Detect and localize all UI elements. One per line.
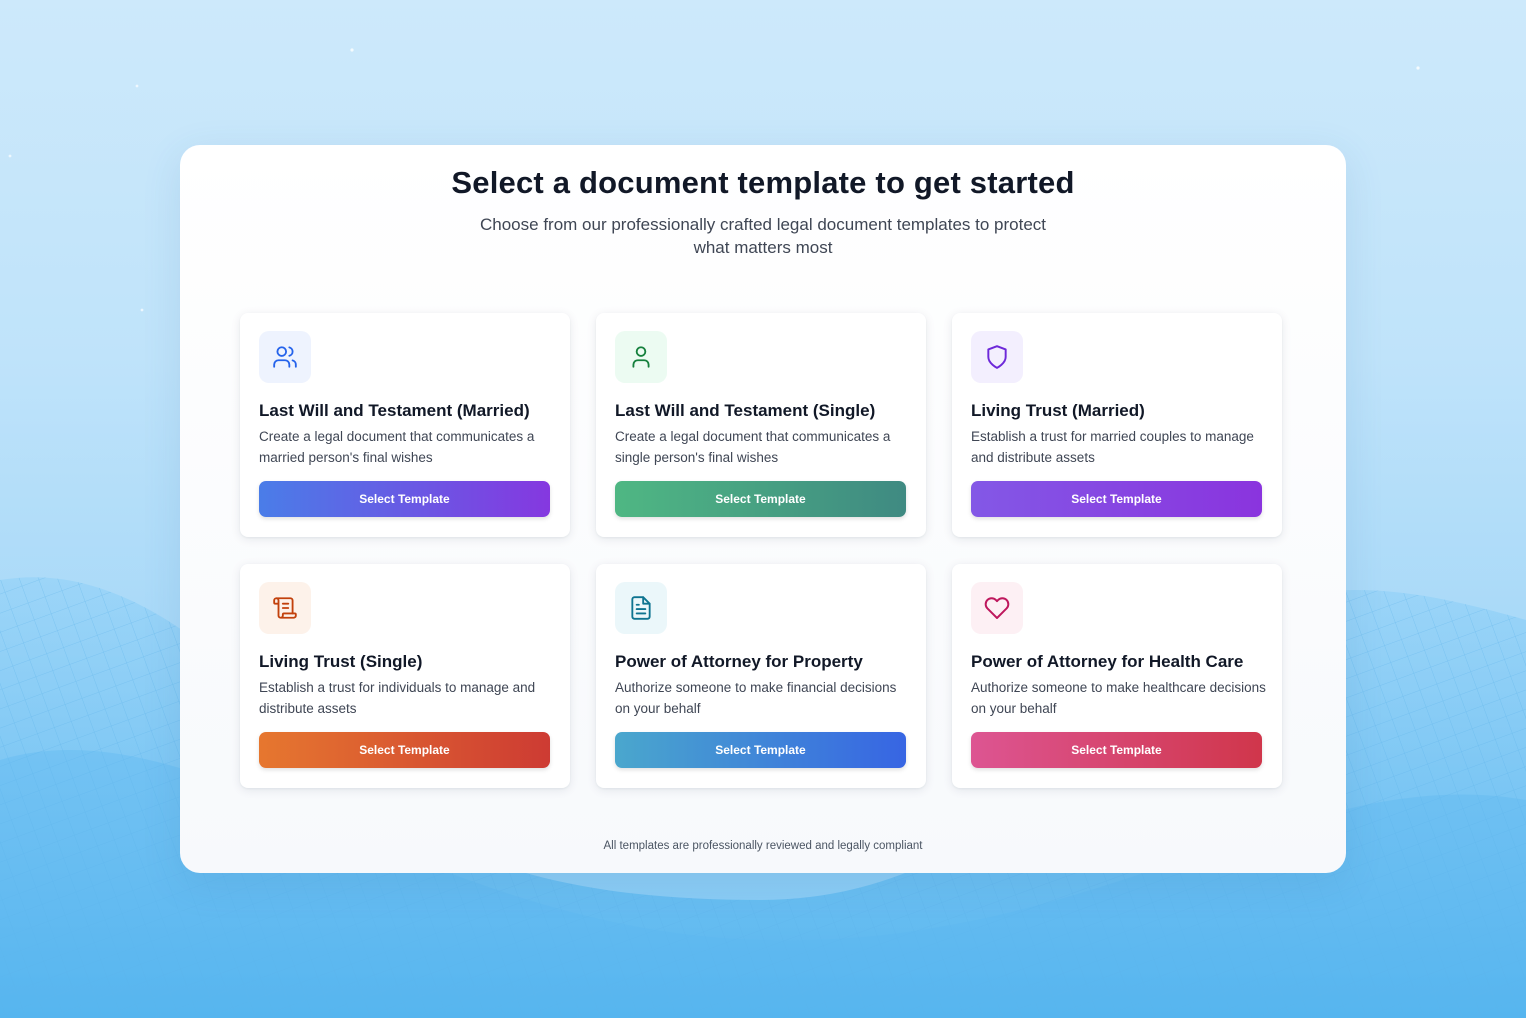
card-description: Authorize someone to make healthcare dec… [971,680,1266,716]
users-icon [259,331,311,383]
select-template-button[interactable]: Select Template [971,732,1262,768]
select-template-button[interactable]: Select Template [615,732,906,768]
template-card-poa-health-care: Power of Attorney for Health Care Author… [952,564,1282,788]
card-description: Establish a trust for individuals to man… [259,680,536,716]
card-title: Power of Attorney for Health Care [971,652,1244,671]
card-title: Last Will and Testament (Single) [615,401,876,420]
template-card-last-will-single: Last Will and Testament (Single) Create … [596,313,926,537]
template-selection-panel: Select a document template to get starte… [180,145,1346,873]
select-template-button[interactable]: Select Template [259,481,550,517]
page-title: Select a document template to get starte… [451,165,1075,200]
select-template-button[interactable]: Select Template [259,732,550,768]
select-template-button[interactable]: Select Template [615,481,906,517]
select-template-button[interactable]: Select Template [971,481,1262,517]
card-title: Last Will and Testament (Married) [259,401,530,420]
template-card-living-trust-single: Living Trust (Single) Establish a trust … [240,564,570,788]
scroll-icon [259,582,311,634]
heart-icon [971,582,1023,634]
card-title: Living Trust (Married) [971,401,1145,420]
template-card-poa-property: Power of Attorney for Property Authorize… [596,564,926,788]
shield-icon [971,331,1023,383]
template-card-living-trust-married: Living Trust (Married) Establish a trust… [952,313,1282,537]
card-description: Establish a trust for married couples to… [971,429,1254,465]
footer-note: All templates are professionally reviewe… [603,840,923,852]
card-title: Living Trust (Single) [259,652,423,671]
user-icon [615,331,667,383]
card-description: Create a legal document that communicate… [259,429,535,465]
card-description: Authorize someone to make financial deci… [615,680,897,716]
template-card-last-will-married: Last Will and Testament (Married) Create… [240,313,570,537]
page-subtitle: Choose from our professionally crafted l… [480,215,1047,257]
file-text-icon [615,582,667,634]
card-description: Create a legal document that communicate… [615,429,891,465]
card-title: Power of Attorney for Property [615,652,863,671]
